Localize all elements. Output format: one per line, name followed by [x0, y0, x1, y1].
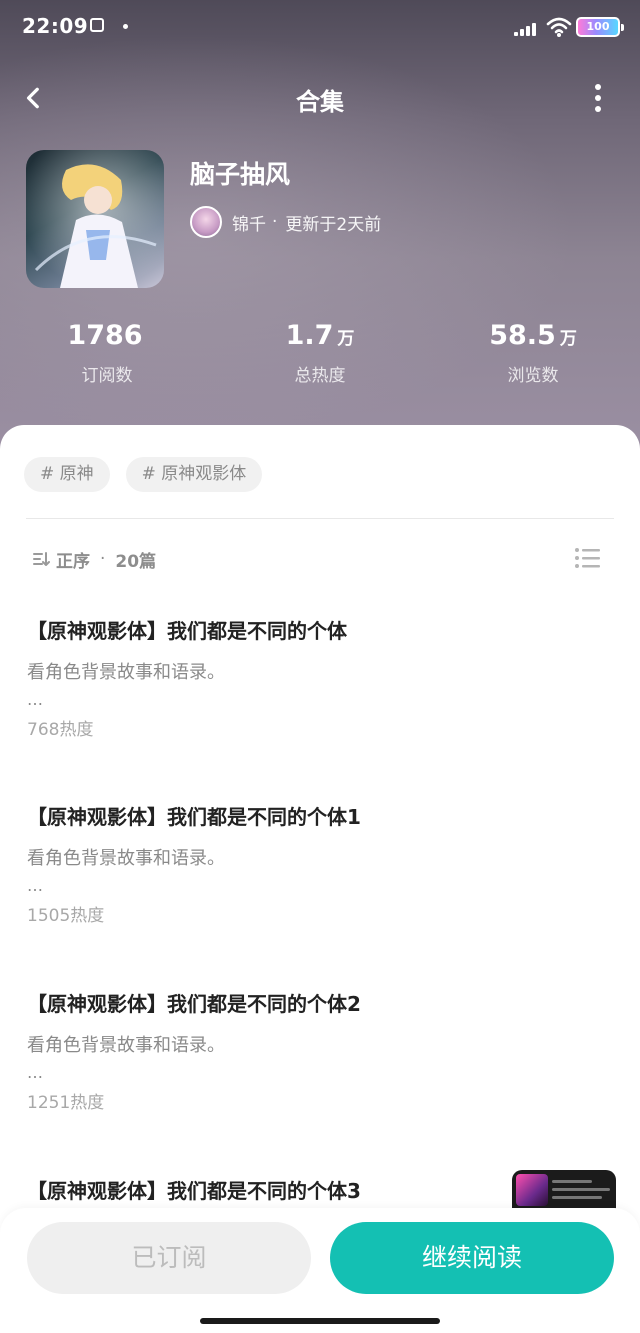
chapter-desc: 看角色背景故事和语录。 [27, 662, 225, 683]
home-indicator[interactable] [200, 1318, 440, 1324]
page-title: 合集 [296, 88, 344, 116]
sort-toggle[interactable]: 正序 · 20篇 [32, 545, 156, 573]
bottom-action-bar: 已订阅 继续阅读 [0, 1208, 640, 1333]
stat-subscriptions: 1786 订阅数 [17, 320, 197, 386]
chapter-desc: 看角色背景故事和语录。 [27, 1035, 225, 1056]
chapter-title: 【原神观影体】我们都是不同的个体 [27, 619, 347, 643]
more-vertical-icon [595, 84, 601, 90]
stat-heat: 1.7 万 总热度 [230, 320, 410, 386]
sort-order: 正序 [56, 551, 90, 572]
separator: · [272, 212, 278, 232]
stat-unit: 万 [559, 329, 577, 349]
tag-genshin[interactable]: # 原神 [24, 457, 110, 492]
list-icon[interactable] [574, 546, 602, 570]
separator: · [100, 549, 106, 569]
author-name[interactable]: 锦千 [232, 210, 266, 235]
stat-views: 58.5 万 浏览数 [443, 320, 623, 386]
chapter-title: 【原神观影体】我们都是不同的个体1 [27, 805, 361, 829]
stat-value: 1786 [67, 320, 143, 351]
chapter-title: 【原神观影体】我们都是不同的个体3 [27, 1179, 361, 1203]
stat-label: 浏览数 [507, 366, 559, 386]
collection-cover[interactable] [26, 150, 164, 288]
sort-icon [33, 552, 50, 566]
more-button[interactable] [578, 78, 618, 118]
stat-value: 58.5 [489, 320, 556, 351]
author-row[interactable]: 锦千 · 更新于2天前 [190, 205, 381, 239]
notification-dot-icon [123, 24, 128, 29]
stat-label: 订阅数 [81, 366, 133, 386]
continue-reading-button[interactable]: 继续阅读 [330, 1222, 614, 1294]
subscribed-button[interactable]: 已订阅 [27, 1222, 311, 1294]
chapter-heat: 1251热度 [27, 1093, 105, 1113]
chapter-heat: 1505热度 [27, 906, 105, 926]
list-item[interactable]: 【原神观影体】我们都是不同的个体2 看角色背景故事和语录。 … 1251热度 [27, 988, 587, 1113]
chapter-title: 【原神观影体】我们都是不同的个体2 [27, 992, 361, 1016]
signal-icon [514, 20, 540, 36]
divider [26, 518, 614, 519]
battery-icon: 100 [576, 17, 624, 37]
wifi-icon [546, 16, 572, 38]
list-item[interactable]: 【原神观影体】我们都是不同的个体3 [27, 1175, 587, 1204]
tag-genshin-viewing[interactable]: # 原神观影体 [125, 457, 263, 492]
status-time: 22:09 [22, 14, 89, 38]
avatar[interactable] [190, 206, 222, 238]
chapter-ellipsis: … [27, 690, 44, 709]
chapter-heat: 768热度 [27, 720, 94, 740]
chapter-count: 20篇 [115, 551, 157, 572]
notification-icon [90, 18, 104, 32]
mini-thumbnail [516, 1174, 548, 1206]
collection-title: 脑子抽风 [190, 160, 291, 189]
list-item[interactable]: 【原神观影体】我们都是不同的个体 看角色背景故事和语录。 … 768热度 [27, 615, 587, 740]
tag-list: # 原神 # 原神观影体 [24, 457, 263, 492]
stat-label: 总热度 [294, 366, 346, 386]
chapter-ellipsis: … [27, 876, 44, 895]
nav-bar: 合集 [0, 70, 640, 126]
stat-value: 1.7 [285, 320, 334, 351]
list-item[interactable]: 【原神观影体】我们都是不同的个体1 看角色背景故事和语录。 … 1505热度 [27, 801, 587, 926]
stats-row: 1786 订阅数 1.7 万 总热度 58.5 万 浏览数 [0, 320, 640, 400]
status-bar: 22:09 100 [0, 0, 640, 54]
stat-unit: 万 [337, 329, 355, 349]
update-time: 更新于2天前 [285, 214, 382, 235]
chapter-ellipsis: … [27, 1063, 44, 1082]
chapter-desc: 看角色背景故事和语录。 [27, 848, 225, 869]
